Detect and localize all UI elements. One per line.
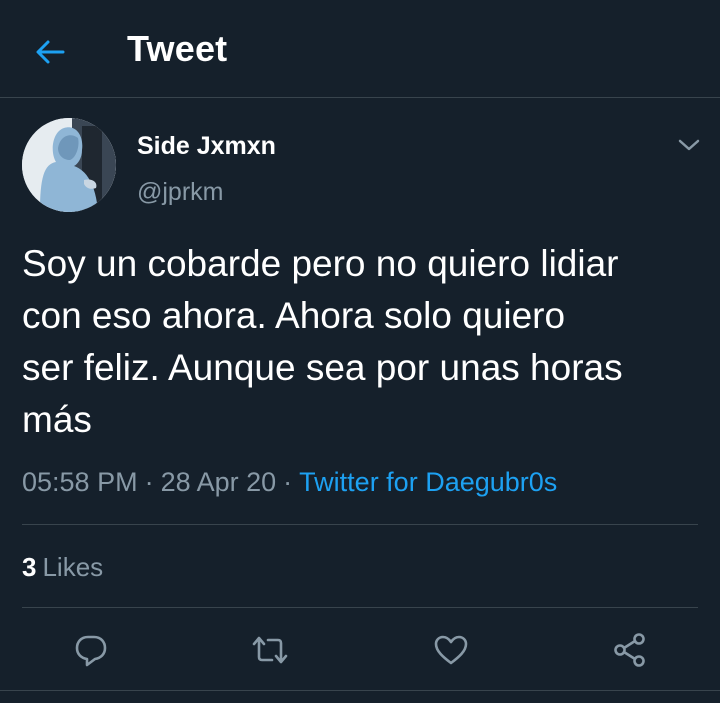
meta-separator: · bbox=[144, 467, 154, 497]
divider bbox=[22, 607, 698, 608]
likes-stat[interactable]: 3 Likes bbox=[22, 552, 103, 583]
like-button[interactable] bbox=[429, 628, 473, 672]
bottom-divider bbox=[0, 690, 720, 691]
tweet-time: 05:58 PM bbox=[22, 467, 138, 497]
meta-separator: · bbox=[283, 467, 293, 497]
page-title: Tweet bbox=[127, 28, 228, 69]
divider bbox=[22, 524, 698, 525]
tweet-date: 28 Apr 20 bbox=[160, 467, 277, 497]
share-button[interactable] bbox=[608, 628, 652, 672]
likes-label: Likes bbox=[42, 552, 104, 582]
tweet-text: Soy un cobarde pero no quiero lidiar con… bbox=[22, 243, 623, 440]
back-button[interactable] bbox=[30, 32, 70, 72]
display-name[interactable]: Side Jxmxn bbox=[137, 132, 276, 161]
tweet-source-link[interactable]: Twitter for Daegubr0s bbox=[299, 467, 557, 497]
retweet-icon bbox=[252, 636, 288, 664]
chevron-down-icon bbox=[678, 139, 700, 151]
tweet-meta: 05:58 PM · 28 Apr 20 · Twitter for Daegubr0s bbox=[22, 467, 557, 498]
user-handle[interactable]: @jprkm bbox=[137, 178, 224, 207]
top-bar: Tweet bbox=[0, 0, 720, 98]
likes-count: 3 bbox=[22, 552, 37, 582]
avatar[interactable] bbox=[22, 118, 116, 212]
reply-icon bbox=[75, 635, 107, 667]
like-icon bbox=[434, 635, 468, 665]
arrow-left-icon bbox=[36, 40, 65, 64]
reply-button[interactable] bbox=[69, 628, 113, 672]
retweet-button[interactable] bbox=[248, 628, 292, 672]
more-options-button[interactable] bbox=[674, 130, 704, 160]
avatar-image bbox=[22, 118, 116, 212]
share-icon bbox=[614, 633, 645, 667]
